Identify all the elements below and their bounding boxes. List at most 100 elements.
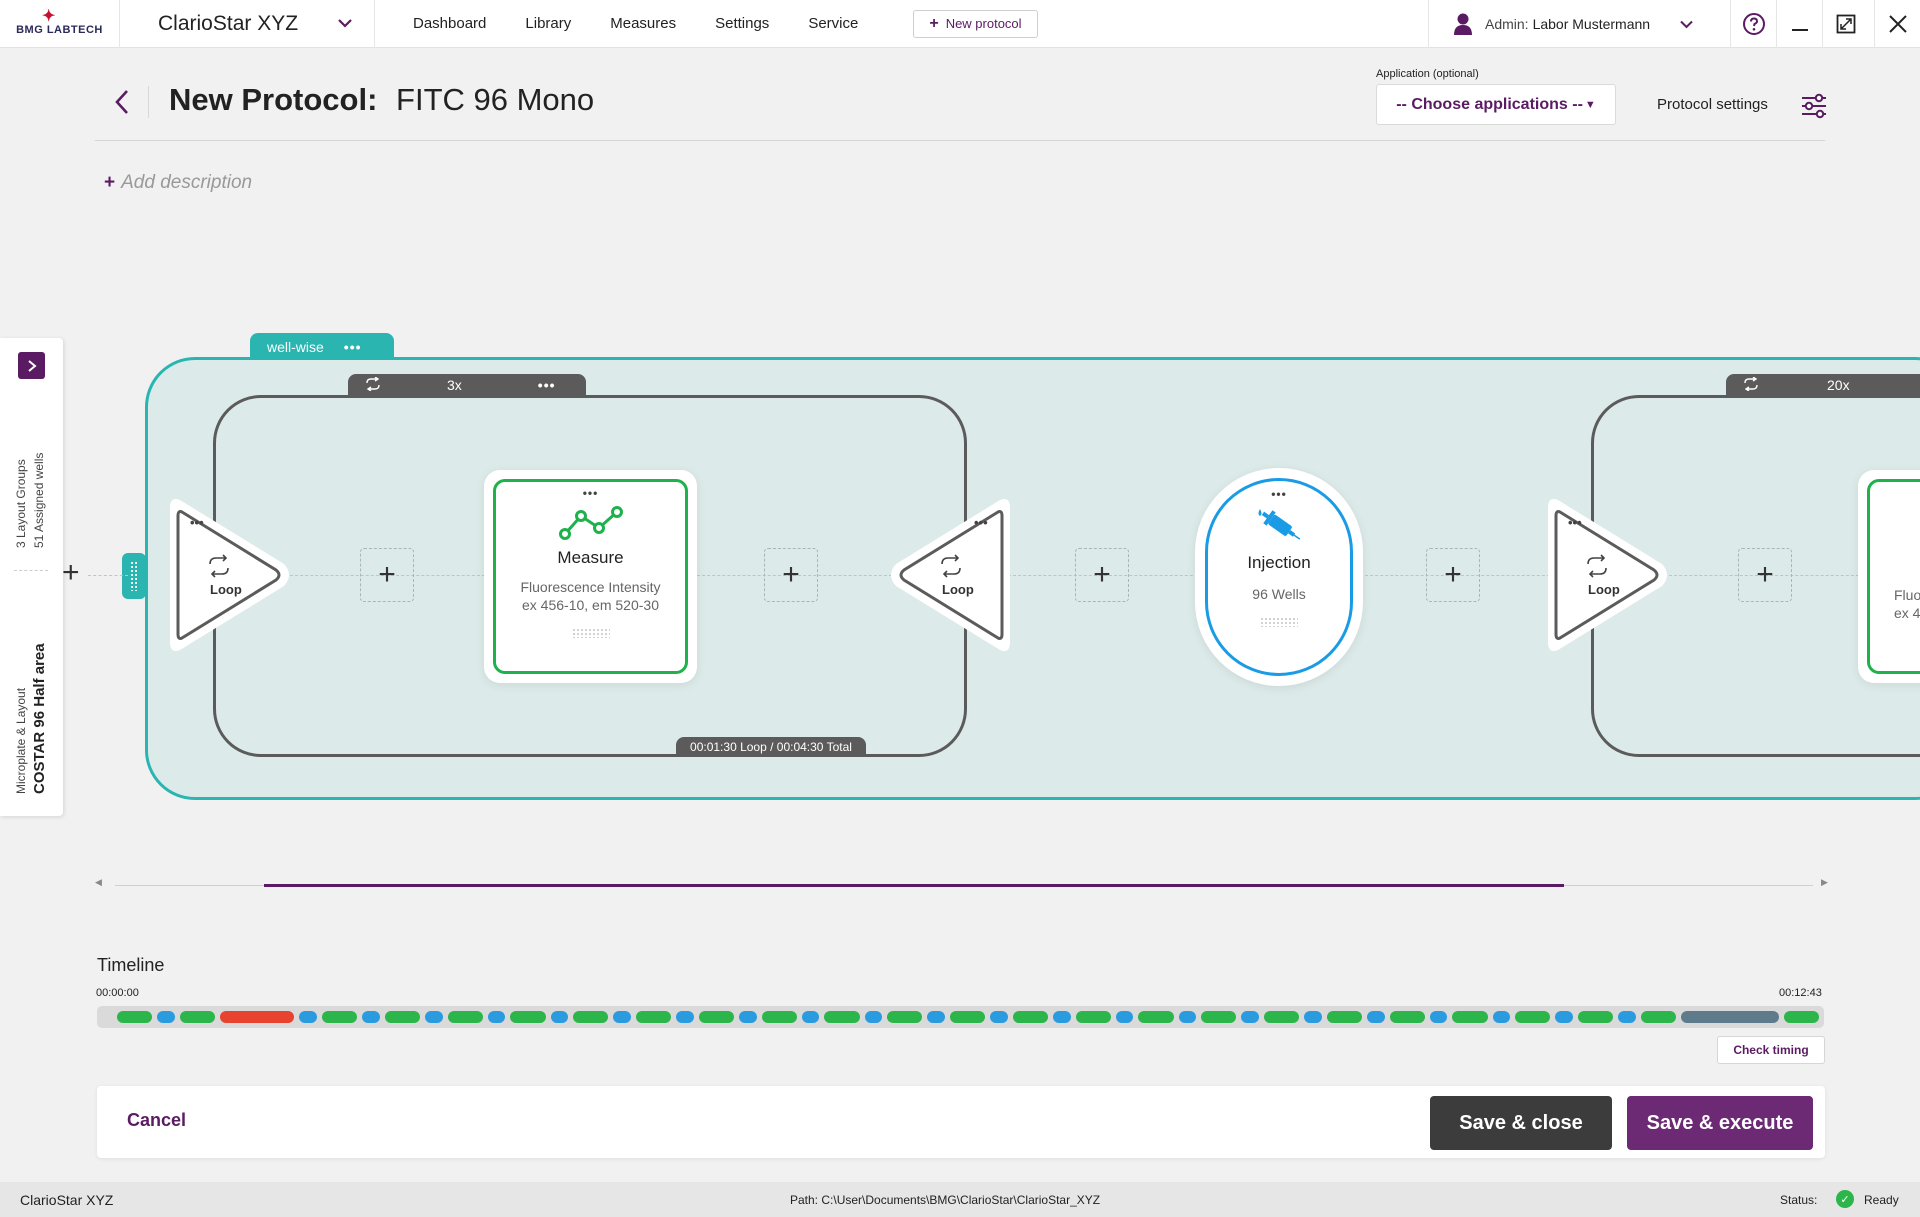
timeline-segment-measure[interactable] — [761, 1011, 797, 1023]
timeline-segment-measure[interactable] — [1389, 1011, 1425, 1023]
timeline-segment-injection[interactable] — [1555, 1011, 1573, 1023]
expand-panel-button[interactable] — [18, 352, 45, 379]
timeline-segment-injection[interactable] — [550, 1011, 569, 1023]
loop-start-node-1[interactable]: ••• Loop — [166, 490, 296, 660]
timeline-segment-injection[interactable] — [864, 1011, 883, 1023]
timeline-segment-injection[interactable] — [1429, 1011, 1448, 1023]
timeline-segment-injection[interactable] — [990, 1011, 1008, 1023]
timeline-segment-injection[interactable] — [299, 1011, 317, 1023]
back-button[interactable] — [108, 86, 136, 118]
timeline-segment-injection[interactable] — [487, 1011, 506, 1023]
timeline-segment-measure[interactable] — [321, 1011, 358, 1023]
add-step-button[interactable]: + — [1075, 548, 1129, 602]
save-execute-button[interactable]: Save & execute — [1627, 1096, 1813, 1150]
protocol-canvas[interactable]: well-wise ••• 3x ••• 00:01:30 Loop / 00:… — [0, 300, 1920, 820]
timeline-segment-measure[interactable] — [824, 1011, 860, 1023]
timeline-segment-injection[interactable] — [424, 1011, 443, 1023]
nav-dashboard[interactable]: Dashboard — [413, 15, 486, 32]
timeline-segment-measure[interactable] — [384, 1011, 420, 1023]
add-step-left-button[interactable]: + — [62, 556, 80, 590]
timeline-bar[interactable] — [97, 1006, 1824, 1028]
settings-sliders-button[interactable] — [1800, 92, 1828, 125]
timeline-segment-injection[interactable] — [1115, 1011, 1134, 1023]
injection-node[interactable]: ••• Injection 96 Wells — [1205, 478, 1353, 676]
scroll-right-arrow[interactable]: ▶ — [1821, 877, 1828, 888]
new-protocol-button[interactable]: + New protocol — [913, 9, 1038, 38]
timeline-segment-injection[interactable] — [1618, 1011, 1636, 1023]
application-select[interactable]: -- Choose applications -- ▼ — [1376, 84, 1616, 125]
nav-measures[interactable]: Measures — [610, 15, 676, 32]
timeline-segment-injection[interactable] — [738, 1011, 757, 1023]
timeline-segment-measure[interactable] — [635, 1011, 672, 1023]
loop-header-2[interactable]: 20x — [1726, 374, 1920, 396]
timeline-segment-measure[interactable] — [1326, 1011, 1362, 1023]
measure-node-card[interactable]: ••• Measure Fluorescence Intensity ex 45… — [484, 470, 697, 683]
timeline-segment-measure[interactable] — [447, 1011, 483, 1023]
add-step-button[interactable]: + — [1426, 548, 1480, 602]
device-selector[interactable]: ClarioStar XYZ — [120, 0, 375, 48]
cancel-button[interactable]: Cancel — [127, 1110, 186, 1131]
help-button[interactable] — [1730, 0, 1776, 48]
measure-node-card-2[interactable]: Fluo ex 4 — [1858, 470, 1920, 683]
timeline-segment-injection[interactable] — [613, 1011, 631, 1023]
timeline-segment-injection[interactable] — [1304, 1011, 1322, 1023]
loop-start-node-2[interactable]: ••• Loop — [1544, 490, 1674, 660]
timeline-segment-idle[interactable] — [1681, 1011, 1779, 1023]
timeline-segment-measure[interactable] — [179, 1011, 215, 1023]
timeline-segment-injection[interactable] — [157, 1011, 175, 1023]
measure-node[interactable]: ••• Measure Fluorescence Intensity ex 45… — [493, 479, 688, 674]
timeline-segment-measure[interactable] — [1578, 1011, 1614, 1023]
more-icon[interactable]: ••• — [1271, 487, 1287, 501]
nav-service[interactable]: Service — [808, 15, 858, 32]
close-button[interactable] — [1874, 0, 1920, 48]
more-icon[interactable]: ••• — [344, 339, 362, 355]
timeline-segment-measure[interactable] — [887, 1011, 923, 1023]
scroll-left-arrow[interactable]: ◀ — [95, 877, 102, 888]
minimize-button[interactable] — [1776, 0, 1822, 48]
microplate-value[interactable]: COSTAR 96 Half area — [31, 643, 48, 794]
timeline-segment-error[interactable] — [220, 1011, 295, 1023]
timeline-segment-measure[interactable] — [1138, 1011, 1174, 1023]
injection-node-card[interactable]: ••• Injection 96 Wells — [1195, 468, 1363, 686]
timeline-segment-injection[interactable] — [1241, 1011, 1259, 1023]
measure-node-2[interactable]: Fluo ex 4 — [1867, 479, 1920, 674]
timeline-segment-measure[interactable] — [1201, 1011, 1237, 1023]
horizontal-scrollbar-thumb[interactable] — [264, 884, 1564, 887]
add-step-button[interactable]: + — [764, 548, 818, 602]
loop-header-1[interactable]: 3x ••• — [348, 374, 586, 396]
add-step-button[interactable]: + — [360, 548, 414, 602]
timeline-segment-injection[interactable] — [676, 1011, 694, 1023]
timeline-segment-injection[interactable] — [1052, 1011, 1071, 1023]
more-icon[interactable]: ••• — [583, 486, 599, 500]
timeline-segment-measure[interactable] — [1783, 1011, 1819, 1023]
timeline-segment-measure[interactable] — [1075, 1011, 1111, 1023]
check-timing-button[interactable]: Check timing — [1717, 1036, 1825, 1064]
loop-end-node-1[interactable]: ••• Loop — [884, 490, 1014, 660]
timeline-segment-injection[interactable] — [1178, 1011, 1197, 1023]
add-step-button[interactable]: + — [1738, 548, 1792, 602]
add-description-button[interactable]: + Add description — [104, 172, 252, 194]
timeline-segment-measure[interactable] — [1452, 1011, 1488, 1023]
timeline-segment-measure[interactable] — [1640, 1011, 1676, 1023]
nav-library[interactable]: Library — [525, 15, 571, 32]
timeline-segment-measure[interactable] — [1263, 1011, 1300, 1023]
timeline-segment-measure[interactable] — [1515, 1011, 1551, 1023]
timeline-segment-injection[interactable] — [362, 1011, 380, 1023]
timeline-segment-injection[interactable] — [1492, 1011, 1511, 1023]
timeline-segment-measure[interactable] — [510, 1011, 546, 1023]
save-close-button[interactable]: Save & close — [1430, 1096, 1612, 1150]
timeline-segment-measure[interactable] — [1012, 1011, 1048, 1023]
timeline-segment-measure[interactable] — [117, 1011, 153, 1023]
nav-settings[interactable]: Settings — [715, 15, 769, 32]
timeline-segment-injection[interactable] — [801, 1011, 820, 1023]
more-icon[interactable]: ••• — [538, 377, 556, 393]
timeline-segment-measure[interactable] — [698, 1011, 734, 1023]
timeline-segment-injection[interactable] — [1366, 1011, 1385, 1023]
well-group-handle[interactable] — [122, 553, 146, 599]
timeline-segment-measure[interactable] — [573, 1011, 609, 1023]
timeline-segment-measure[interactable] — [949, 1011, 986, 1023]
protocol-settings-link[interactable]: Protocol settings — [1657, 96, 1768, 113]
timeline-segment-injection[interactable] — [927, 1011, 945, 1023]
maximize-button[interactable] — [1822, 0, 1868, 48]
user-menu[interactable]: Admin: Labor Mustermann — [1428, 0, 1730, 48]
